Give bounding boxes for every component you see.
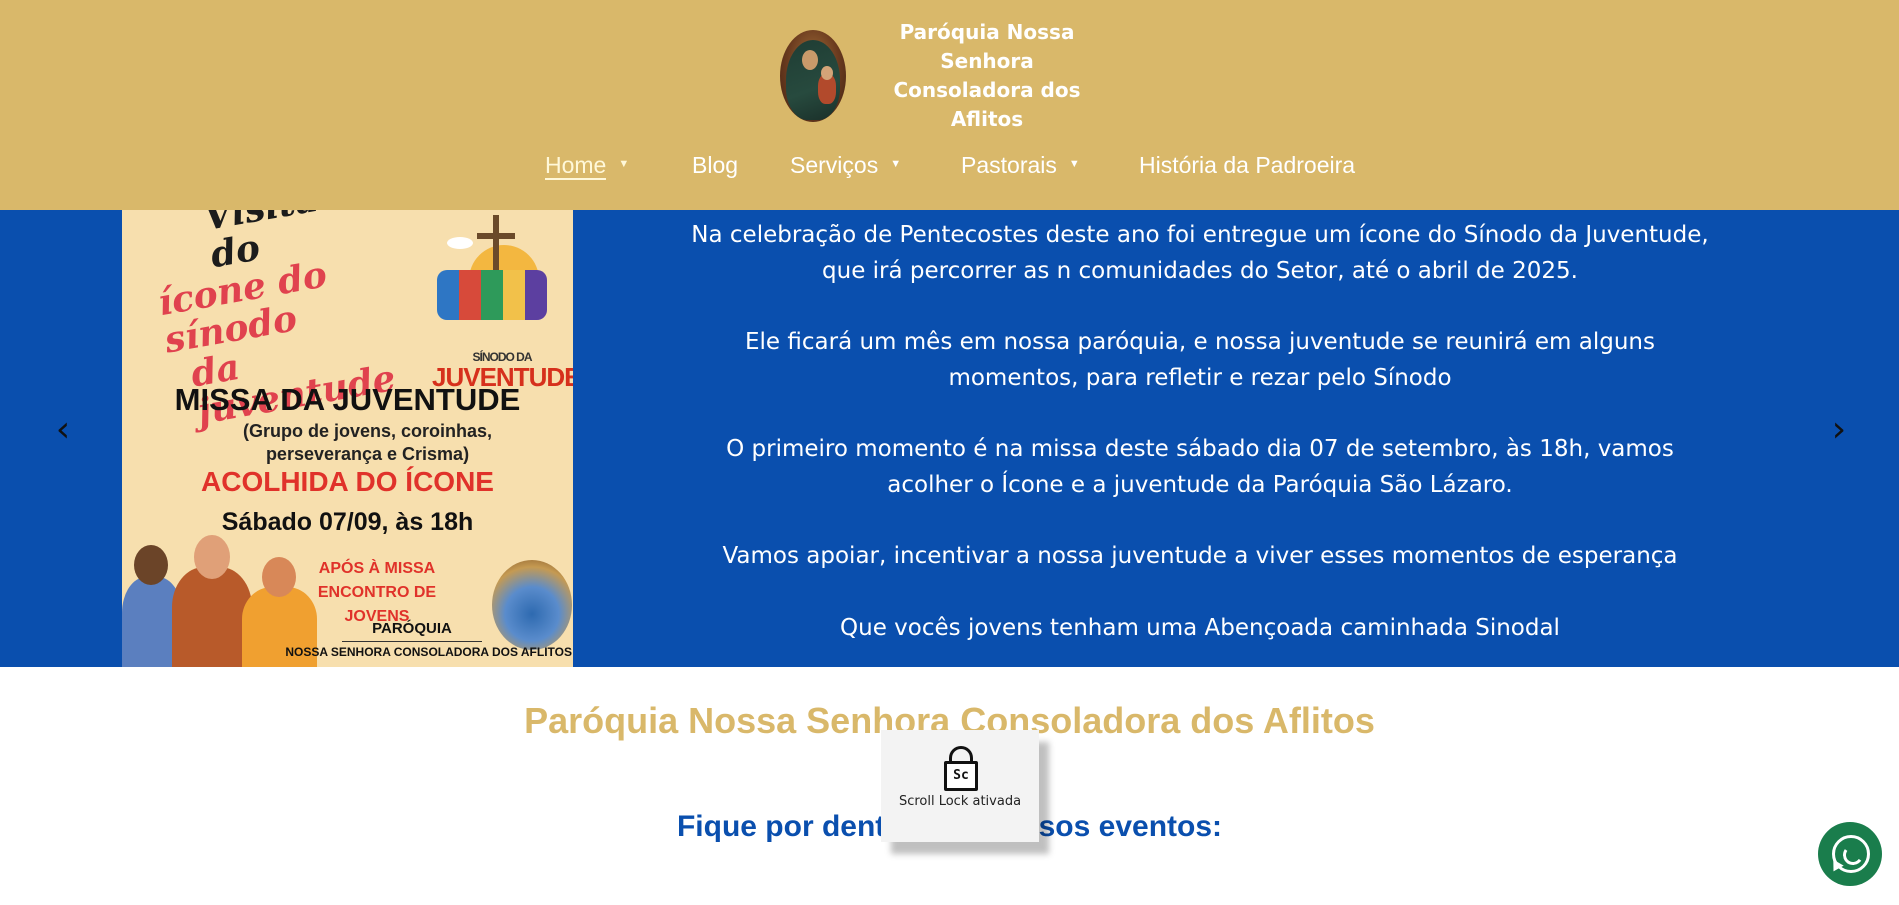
- main-nav: Home ▼ Blog Serviços ▼ Pastorais ▼ História…: [0, 148, 1899, 184]
- poster-date: Sábado 07/09, às 18h: [221, 508, 474, 536]
- lock-icon: Sc: [944, 746, 978, 791]
- poster-grupo-line: perseverança e Crisma): [265, 444, 470, 464]
- poster-paroquia: PARÓQUIA: [342, 620, 482, 642]
- whatsapp-button[interactable]: [1818, 822, 1882, 886]
- chevron-down-icon: ▼: [1068, 157, 1080, 170]
- nav-item-home[interactable]: Home ▼: [545, 148, 629, 184]
- slide-paragraph: Que vocês jovens tenham uma Abençoada ca…: [840, 614, 1560, 641]
- site-name[interactable]: Paróquia Nossa Senhora Consoladora dos A…: [857, 18, 1117, 134]
- chevron-down-icon: ▼: [618, 157, 630, 170]
- slide-paragraph: O primeiro momento é na missa deste sába…: [726, 436, 1674, 498]
- hero-slider: Visita do ícone do sínodo da juventude S…: [0, 210, 1899, 667]
- lock-icon-text: Sc: [944, 761, 978, 791]
- poster-acolhida: ACOLHIDA DO ÍCONE: [201, 466, 494, 497]
- poster-missa: MISSA DA JUVENTUDE: [174, 382, 521, 417]
- poster-grupo-line: (Grupo de jovens, coroinhas,: [242, 421, 493, 441]
- nav-label: Serviços: [790, 152, 879, 178]
- site-name-line1: Paróquia Nossa Senhora: [899, 20, 1075, 73]
- site-header: Paróquia Nossa Senhora Consoladora dos A…: [0, 0, 1899, 210]
- poster-after-line: APÓS À MISSA: [318, 560, 436, 577]
- nav-label: Home: [545, 152, 607, 180]
- nav-item-historia[interactable]: História da Padroeira: [1139, 148, 1355, 182]
- scroll-lock-notification: Sc Scroll Lock ativada: [881, 730, 1039, 842]
- site-logo[interactable]: Paróquia Nossa Senhora Consoladora dos A…: [780, 18, 1117, 134]
- boat-emblem-icon: [492, 560, 572, 650]
- sinodo-badge-icon: [427, 215, 565, 365]
- site-name-line2: Consoladora dos Aflitos: [893, 78, 1081, 131]
- our-lady-icon: [780, 30, 846, 122]
- badge-small: SÍNODO DA: [472, 350, 532, 364]
- slide-description: Na celebração de Pentecostes deste ano f…: [690, 210, 1710, 667]
- slider-prev-icon[interactable]: ‹: [48, 410, 78, 450]
- slider-next-icon[interactable]: ›: [1824, 410, 1854, 450]
- nav-label: Blog: [692, 152, 739, 178]
- toast-label: Scroll Lock ativada: [898, 794, 1022, 809]
- poster-parish-name: NOSSA SENHORA CONSOLADORA DOS AFLITOS: [285, 645, 572, 659]
- slide-paragraph: Ele ficará um mês em nossa paróquia, e n…: [745, 329, 1655, 391]
- nav-item-pastorais[interactable]: Pastorais ▼: [961, 148, 1080, 184]
- nav-label: Pastorais: [961, 152, 1057, 178]
- slide-paragraph: Vamos apoiar, incentivar a nossa juventu…: [722, 543, 1678, 569]
- nav-label: História da Padroeira: [1139, 152, 1356, 178]
- chevron-down-icon: ▼: [890, 157, 902, 170]
- poster-grupo: (Grupo de jovens, coroinhas, perseveranç…: [122, 420, 573, 466]
- event-poster[interactable]: Visita do ícone do sínodo da juventude S…: [122, 210, 573, 667]
- poster-after-mass: APÓS À MISSA ENCONTRO DE JOVENS: [292, 557, 462, 629]
- nav-item-servicos[interactable]: Serviços ▼: [790, 148, 901, 184]
- nav-item-blog[interactable]: Blog: [692, 148, 738, 182]
- slide-paragraph: Na celebração de Pentecostes deste ano f…: [691, 222, 1709, 284]
